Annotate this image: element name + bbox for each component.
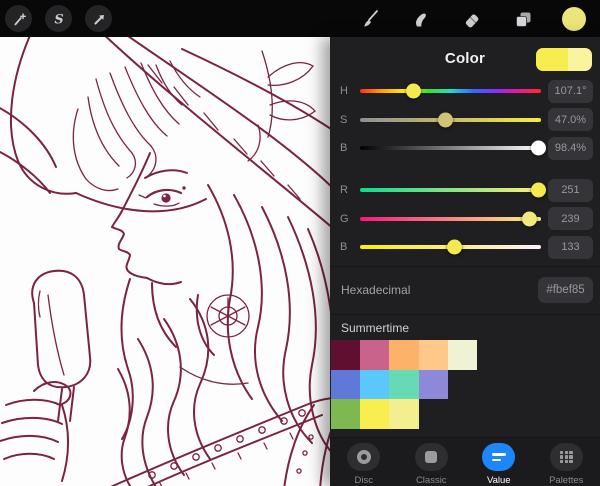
transform-arrow-icon (90, 10, 108, 28)
color-mode-tabbar: Disc Classic Value Palettes (330, 437, 600, 486)
tab-label: Palettes (549, 475, 583, 486)
classic-tab-button[interactable] (415, 443, 448, 471)
saturation-slider[interactable] (360, 118, 541, 122)
hue-slider[interactable] (360, 89, 541, 93)
slider-label: B (340, 241, 353, 253)
section-divider (330, 266, 600, 267)
hexadecimal-row: Hexadecimal #fbef85 (330, 270, 600, 310)
paintbrush-icon (358, 8, 380, 30)
palette-swatch[interactable] (389, 340, 418, 370)
palette-swatch[interactable] (331, 370, 360, 400)
saturation-value[interactable]: 47.0% (548, 108, 593, 131)
classic-icon (425, 451, 437, 463)
color-panel: Color H 107.1° S 47.0% B 98.4% (330, 37, 600, 486)
palette-row (331, 370, 477, 400)
slider-knob[interactable] (531, 183, 546, 198)
smudge-icon (409, 8, 431, 30)
slider-label: H (340, 85, 353, 97)
palette-swatch[interactable] (389, 399, 418, 429)
blue-slider[interactable] (360, 245, 541, 249)
palette-swatch[interactable] (360, 340, 389, 370)
slider-label: G (340, 213, 353, 225)
hsb-sliders: H 107.1° S 47.0% B 98.4% (330, 77, 600, 163)
slider-knob[interactable] (522, 211, 537, 226)
tab-label: Value (487, 475, 511, 486)
line-art-illustration (0, 37, 330, 486)
saturation-slider-row: S 47.0% (330, 106, 600, 135)
slider-label: S (340, 114, 353, 126)
red-slider[interactable] (360, 188, 541, 192)
svg-text:S: S (54, 11, 63, 26)
eraser-icon (460, 8, 482, 30)
slider-knob[interactable] (406, 84, 421, 99)
palette-row (331, 399, 477, 429)
magic-wand-icon (10, 10, 28, 28)
hue-value[interactable]: 107.1° (548, 80, 593, 103)
selection-s-icon: S (50, 10, 68, 28)
palette-swatch[interactable] (331, 340, 360, 370)
brightness-slider[interactable] (360, 146, 541, 150)
eraser-button[interactable] (460, 8, 482, 30)
palette-swatch[interactable] (389, 370, 418, 400)
slider-knob[interactable] (447, 240, 462, 255)
blue-slider-row: B 133 (330, 233, 600, 262)
tab-classic[interactable]: Classic (398, 438, 466, 486)
red-slider-row: R 251 (330, 176, 600, 205)
tab-disc[interactable]: Disc (330, 438, 398, 486)
brush-button[interactable] (358, 8, 380, 30)
slider-knob[interactable] (438, 112, 453, 127)
current-color-half (568, 48, 592, 71)
palette-name: Summertime (341, 321, 409, 335)
palette-swatch[interactable] (448, 340, 477, 370)
rgb-sliders: R 251 G 239 B 133 (330, 176, 600, 262)
current-color-swatch[interactable] (536, 48, 592, 71)
selections-button[interactable]: S (45, 5, 72, 32)
slider-label: B (340, 142, 353, 154)
smudge-button[interactable] (409, 8, 431, 30)
disc-icon (357, 450, 371, 464)
green-slider-row: G 239 (330, 205, 600, 234)
palette-swatch-grid (331, 340, 477, 429)
disc-tab-button[interactable] (347, 443, 380, 471)
red-value[interactable]: 251 (548, 179, 593, 202)
tab-label: Disc (355, 475, 373, 486)
toolbar-right-group (358, 0, 600, 37)
slider-knob[interactable] (531, 141, 546, 156)
top-toolbar: S (0, 0, 600, 37)
active-color-swatch[interactable] (562, 7, 586, 31)
value-sliders-icon (492, 453, 506, 461)
green-value[interactable]: 239 (548, 207, 593, 230)
palettes-grid-icon (560, 451, 573, 464)
previous-color-half (536, 48, 568, 71)
palette-swatch[interactable] (419, 370, 448, 400)
adjustments-button[interactable] (5, 5, 32, 32)
layers-icon (511, 8, 533, 30)
palette-row (331, 340, 477, 370)
hexadecimal-label: Hexadecimal (341, 283, 538, 297)
tab-palettes[interactable]: Palettes (533, 438, 600, 486)
brightness-slider-row: B 98.4% (330, 134, 600, 163)
palette-swatch[interactable] (360, 399, 389, 429)
palette-swatch[interactable] (419, 340, 448, 370)
brightness-value[interactable]: 98.4% (548, 137, 593, 160)
slider-label: R (340, 184, 353, 196)
toolbar-left-group: S (5, 0, 112, 37)
palette-swatch[interactable] (360, 370, 389, 400)
green-slider[interactable] (360, 217, 541, 221)
tab-value[interactable]: Value (465, 438, 533, 486)
palette-swatch[interactable] (331, 399, 360, 429)
layers-button[interactable] (511, 8, 533, 30)
tab-label: Classic (416, 475, 447, 486)
hue-slider-row: H 107.1° (330, 77, 600, 106)
section-divider (330, 314, 600, 315)
artwork-canvas[interactable] (0, 37, 330, 486)
transform-button[interactable] (85, 5, 112, 32)
hexadecimal-value-field[interactable]: #fbef85 (538, 277, 593, 303)
color-panel-header: Color (330, 37, 600, 81)
value-tab-button[interactable] (482, 443, 515, 471)
blue-value[interactable]: 133 (548, 236, 593, 259)
palettes-tab-button[interactable] (550, 443, 583, 471)
